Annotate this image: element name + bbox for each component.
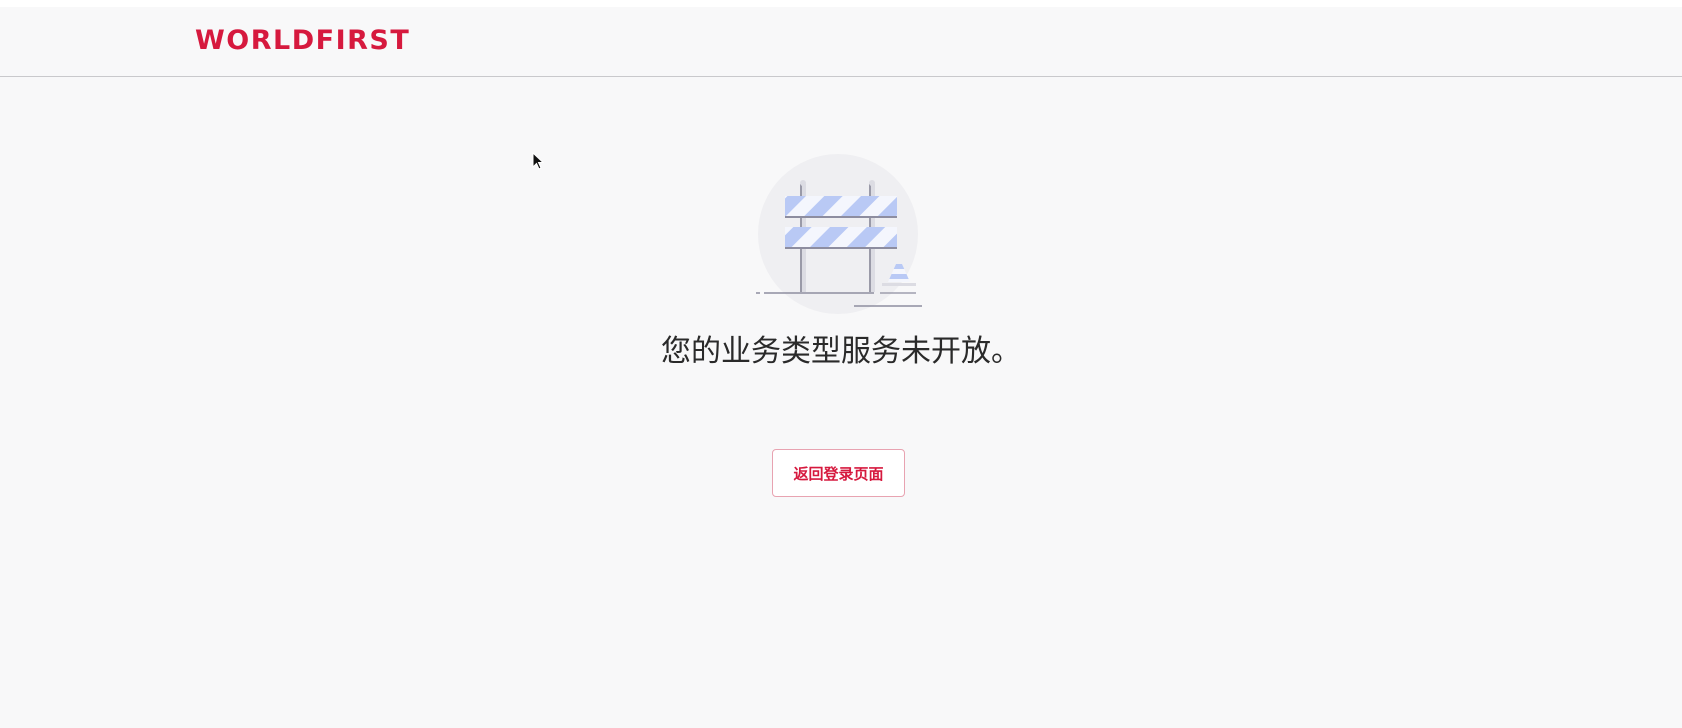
worldfirst-logo[interactable]: WORLDFIRST (195, 26, 410, 56)
back-to-login-button[interactable]: 返回登录页面 (772, 449, 905, 497)
top-header: WORLDFIRST (0, 7, 1682, 77)
mouse-cursor-icon (532, 152, 544, 170)
page: WORLDFIRST 您的业务类型服务未开放。 返回登录页面 (0, 0, 1682, 728)
roadblock-barrier-icon (756, 154, 956, 314)
service-unavailable-message: 您的业务类型服务未开放。 (661, 334, 1021, 369)
viewport: WORLDFIRST 您的业务类型服务未开放。 返回登录页面 (0, 7, 1682, 728)
